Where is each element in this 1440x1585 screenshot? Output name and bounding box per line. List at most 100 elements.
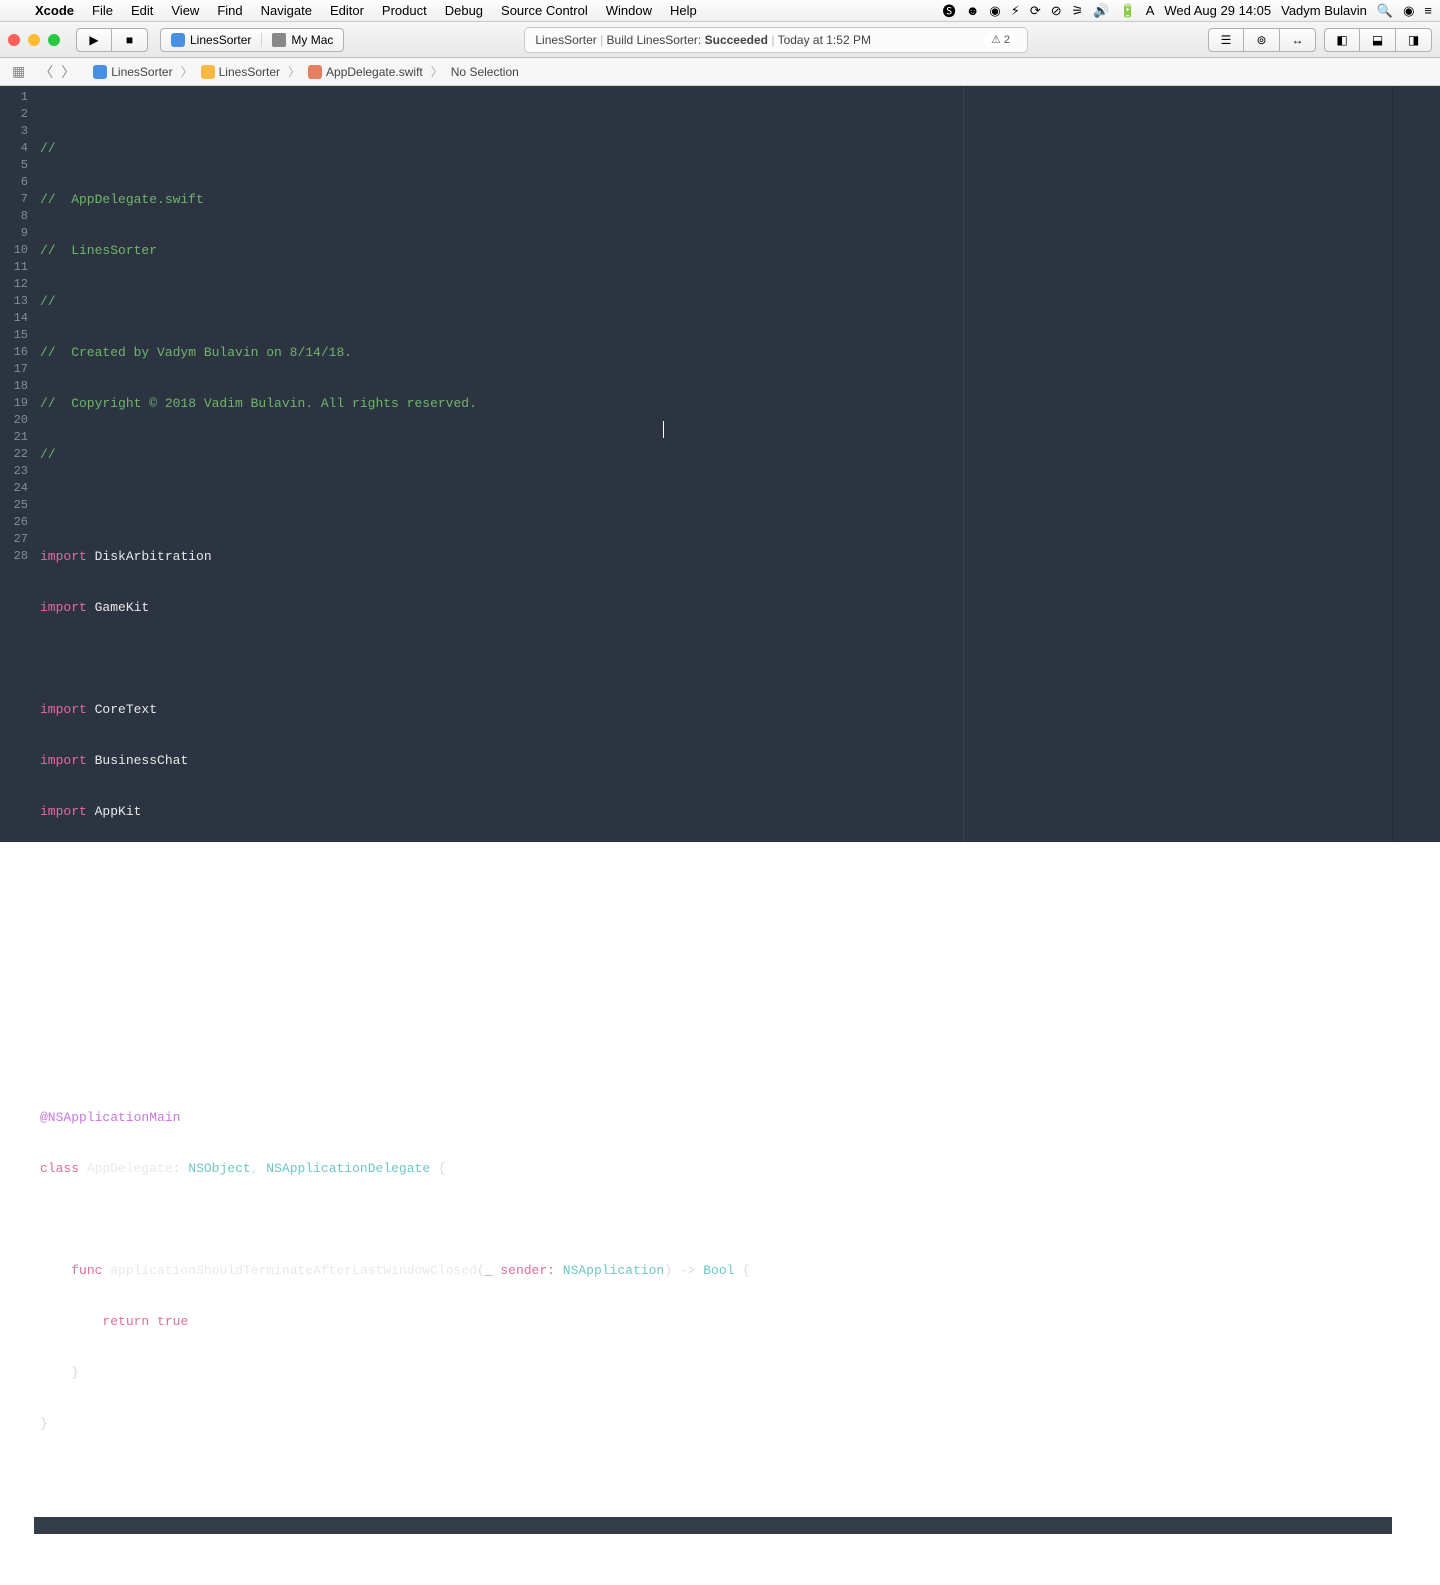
editor-right-gutter bbox=[1392, 86, 1440, 842]
module-name: GameKit bbox=[95, 600, 150, 615]
jumpbar-selection-label: No Selection bbox=[451, 65, 519, 79]
jump-bar: ▦ 〈 〉 LinesSorter 〉 LinesSorter 〉 AppDel… bbox=[0, 58, 1440, 86]
attribute: @NSApplicationMain bbox=[40, 1110, 180, 1125]
skype-icon[interactable]: 🅢 bbox=[943, 1, 956, 20]
code-comment: // Created by Vadym Bulavin on 8/14/18. bbox=[40, 345, 352, 360]
run-button[interactable]: ▶ bbox=[76, 28, 112, 52]
keyword-import: import bbox=[40, 804, 87, 819]
keyword-true: true bbox=[157, 1314, 188, 1329]
version-editor-button[interactable]: ↔ bbox=[1280, 28, 1316, 52]
siri-icon[interactable]: ◉ bbox=[1403, 3, 1414, 19]
username[interactable]: Vadym Bulavin bbox=[1281, 3, 1367, 18]
jumpbar-file[interactable]: AppDelegate.swift bbox=[304, 65, 427, 79]
class-name: AppDelegate bbox=[87, 1161, 173, 1176]
activity-time: Today at 1:52 PM bbox=[778, 33, 871, 47]
battery-icon[interactable]: 🔋 bbox=[1120, 3, 1136, 19]
code-comment: // Copyright © 2018 Vadim Bulavin. All r… bbox=[40, 396, 477, 411]
scheme-selector[interactable]: LinesSorter My Mac bbox=[160, 28, 344, 52]
brace: { bbox=[742, 1263, 750, 1278]
menu-file[interactable]: File bbox=[83, 3, 122, 18]
type-name: NSApplicationDelegate bbox=[266, 1161, 430, 1176]
input-source-icon[interactable]: A bbox=[1146, 3, 1155, 18]
window-minimize-button[interactable] bbox=[28, 34, 40, 46]
module-name: BusinessChat bbox=[95, 753, 189, 768]
brace: } bbox=[40, 1416, 48, 1431]
toggle-debug-area-button[interactable]: ⬓ bbox=[1360, 28, 1396, 52]
stop-button[interactable]: ■ bbox=[112, 28, 148, 52]
code-editor[interactable]: // // AppDelegate.swift // LinesSorter /… bbox=[34, 86, 1392, 842]
toggle-navigator-button[interactable]: ◧ bbox=[1324, 28, 1360, 52]
param-label: _ sender: bbox=[485, 1263, 555, 1278]
jumpbar-selection[interactable]: No Selection bbox=[447, 65, 523, 79]
datetime[interactable]: Wed Aug 29 14:05 bbox=[1164, 3, 1271, 18]
sync-icon[interactable]: ⟳ bbox=[1030, 3, 1041, 19]
menu-find[interactable]: Find bbox=[208, 3, 251, 18]
brace: { bbox=[438, 1161, 446, 1176]
keyword-import: import bbox=[40, 702, 87, 717]
nav-forward-button[interactable]: 〉 bbox=[57, 62, 79, 82]
standard-editor-button[interactable]: ☰ bbox=[1208, 28, 1244, 52]
module-name: DiskArbitration bbox=[95, 549, 212, 564]
code-comment: // LinesSorter bbox=[40, 243, 157, 258]
app-status-icon[interactable]: ☻ bbox=[966, 3, 980, 18]
keyword-import: import bbox=[40, 753, 87, 768]
jumpbar-folder[interactable]: LinesSorter bbox=[197, 65, 284, 79]
scheme-segment[interactable]: LinesSorter bbox=[161, 33, 261, 47]
scheme-icon bbox=[171, 33, 185, 47]
jumpbar-project[interactable]: LinesSorter bbox=[89, 65, 176, 79]
warning-badge[interactable]: ⚠︎ 2 bbox=[984, 32, 1017, 47]
activity-viewer[interactable]: LinesSorter | Build LinesSorter: Succeed… bbox=[524, 27, 1028, 53]
activity-prefix: Build LinesSorter: bbox=[607, 33, 705, 47]
macos-menubar: Xcode File Edit View Find Navigate Edito… bbox=[0, 0, 1440, 22]
activity-text: LinesSorter | Build LinesSorter: Succeed… bbox=[535, 33, 871, 47]
assistant-editor-button[interactable]: ⊚ bbox=[1244, 28, 1280, 52]
menu-help[interactable]: Help bbox=[661, 3, 706, 18]
dnd-icon[interactable]: ⊘ bbox=[1051, 3, 1062, 19]
menu-edit[interactable]: Edit bbox=[122, 3, 162, 18]
toggle-utilities-button[interactable]: ◨ bbox=[1396, 28, 1432, 52]
window-zoom-button[interactable] bbox=[48, 34, 60, 46]
nav-back-button[interactable]: 〈 bbox=[35, 62, 57, 82]
mac-icon bbox=[272, 33, 286, 47]
menu-debug[interactable]: Debug bbox=[436, 3, 492, 18]
type-name: NSApplication bbox=[563, 1263, 664, 1278]
project-icon bbox=[93, 65, 107, 79]
spotlight-icon[interactable]: 🔍 bbox=[1377, 3, 1393, 19]
jumpbar-project-label: LinesSorter bbox=[111, 65, 172, 79]
func-name: applicationShouldTerminateAfterLastWindo… bbox=[110, 1263, 477, 1278]
menu-app[interactable]: Xcode bbox=[26, 3, 83, 18]
menubar-left: Xcode File Edit View Find Navigate Edito… bbox=[8, 3, 706, 18]
code-comment: // bbox=[40, 447, 56, 462]
brace: } bbox=[71, 1365, 79, 1380]
code-comment: // bbox=[40, 294, 56, 309]
module-name: AppKit bbox=[95, 804, 142, 819]
arrow: ) -> bbox=[664, 1263, 695, 1278]
window-close-button[interactable] bbox=[8, 34, 20, 46]
menu-view[interactable]: View bbox=[162, 3, 208, 18]
related-items-button[interactable]: ▦ bbox=[6, 63, 31, 80]
menu-product[interactable]: Product bbox=[373, 3, 436, 18]
keyword-import: import bbox=[40, 549, 87, 564]
menu-source-control[interactable]: Source Control bbox=[492, 3, 597, 18]
notification-center-icon[interactable]: ≡ bbox=[1424, 3, 1432, 18]
viber-icon[interactable]: ◉ bbox=[989, 3, 1000, 19]
activity-scheme: LinesSorter bbox=[535, 33, 596, 47]
module-name: CoreText bbox=[95, 702, 157, 717]
menu-navigate[interactable]: Navigate bbox=[252, 3, 321, 18]
menu-editor[interactable]: Editor bbox=[321, 3, 373, 18]
code-comment: // AppDelegate.swift bbox=[40, 192, 204, 207]
keyword-func: func bbox=[71, 1263, 102, 1278]
volume-icon[interactable]: 🔊 bbox=[1093, 3, 1109, 19]
destination-name: My Mac bbox=[291, 33, 333, 47]
jumpbar-folder-label: LinesSorter bbox=[219, 65, 280, 79]
wifi-icon[interactable]: ⚞ bbox=[1072, 3, 1084, 19]
keyword-return: return bbox=[102, 1314, 149, 1329]
editor-container: 1234567891011121314151617181920212223242… bbox=[0, 86, 1440, 842]
bolt-icon[interactable]: ⚡︎ bbox=[1011, 3, 1020, 19]
destination-segment[interactable]: My Mac bbox=[261, 33, 343, 47]
swift-file-icon bbox=[308, 65, 322, 79]
menu-window[interactable]: Window bbox=[597, 3, 661, 18]
window-traffic-lights bbox=[8, 34, 76, 46]
keyword-import: import bbox=[40, 600, 87, 615]
run-controls: ▶ ■ bbox=[76, 28, 148, 52]
